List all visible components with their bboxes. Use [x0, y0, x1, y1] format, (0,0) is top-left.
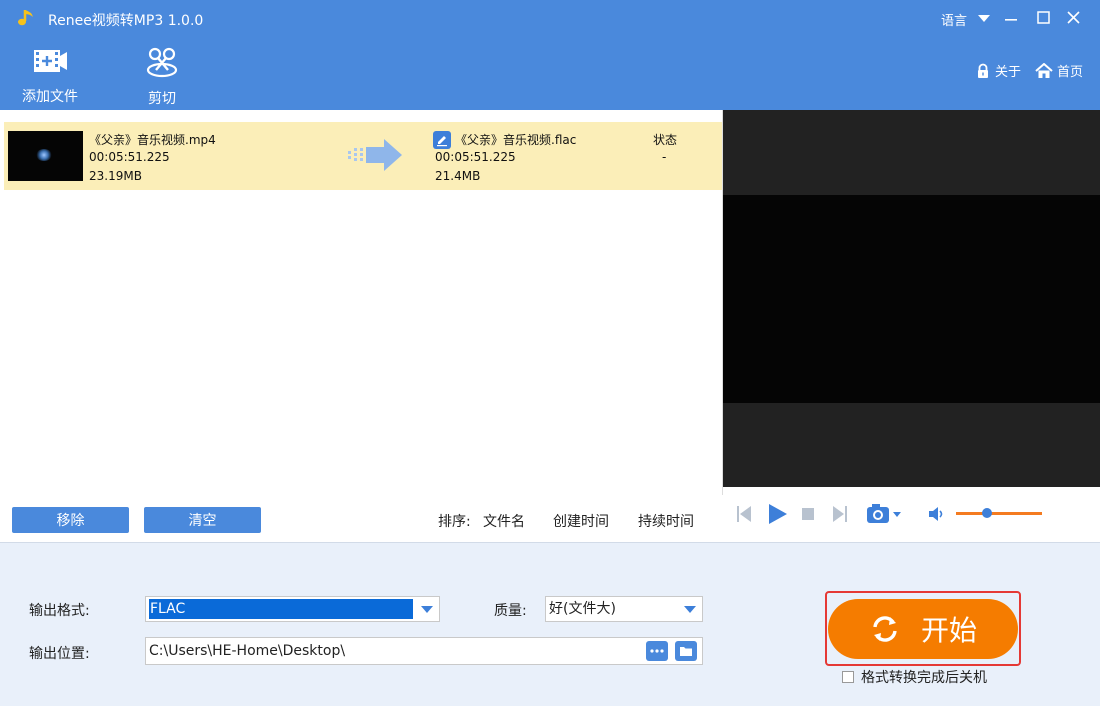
- remove-button[interactable]: 移除: [12, 507, 129, 533]
- lock-icon: [978, 63, 988, 78]
- file-list-panel: 《父亲》音乐视频.mp4 00:05:51.225 23.19MB 《父亲》音乐…: [0, 110, 723, 542]
- open-folder-button[interactable]: [675, 641, 697, 661]
- chevron-down-icon: [684, 606, 696, 613]
- app-title: Renee视频转MP3 1.0.0: [48, 13, 204, 29]
- start-button[interactable]: 开始: [828, 599, 1018, 659]
- minimize-icon[interactable]: [999, 6, 1023, 30]
- clear-button[interactable]: 清空: [144, 507, 261, 533]
- folder-icon: [680, 647, 692, 656]
- output-duration: 00:05:51.225: [435, 150, 516, 164]
- convert-arrow-icon: [348, 139, 402, 171]
- output-path-field[interactable]: C:\Users\HE-Home\Desktop\: [145, 637, 703, 665]
- list-actions: 移除 清空 排序: 文件名 创建时间 持续时间: [0, 495, 723, 542]
- language-menu[interactable]: 语言: [941, 10, 967, 29]
- prev-icon[interactable]: [736, 504, 752, 524]
- video-frame: [723, 195, 1100, 403]
- video-thumbnail: [8, 131, 83, 181]
- volume-slider[interactable]: [956, 512, 1042, 515]
- add-file-icon: [34, 50, 67, 72]
- quality-select[interactable]: 好(文件大): [545, 596, 703, 622]
- shutdown-checkbox[interactable]: [842, 671, 854, 683]
- shutdown-label: 格式转换完成后关机: [861, 670, 987, 686]
- output-size: 21.4MB: [435, 169, 481, 183]
- sort-by-name[interactable]: 文件名: [483, 511, 525, 531]
- quality-label: 质量:: [494, 603, 527, 619]
- add-file-label: 添加文件: [22, 89, 78, 105]
- chevron-down-icon: [421, 606, 433, 613]
- output-file-name: 《父亲》音乐视频.flac: [455, 133, 577, 147]
- next-icon[interactable]: [832, 504, 848, 524]
- output-path-value: C:\Users\HE-Home\Desktop\: [149, 643, 346, 659]
- output-settings: 输出格式: FLAC 质量: 好(文件大) 输出位置: C:\Users\HE-…: [0, 542, 1100, 706]
- language-dropdown-icon[interactable]: [978, 15, 990, 22]
- cut-label: 剪切: [148, 91, 176, 107]
- volume-icon[interactable]: [928, 505, 946, 523]
- stop-icon[interactable]: [801, 507, 815, 521]
- app-note-icon: [18, 10, 33, 26]
- video-preview: [723, 110, 1100, 487]
- source-size: 23.19MB: [89, 169, 142, 183]
- status-value: -: [662, 150, 667, 164]
- cut-icon: [146, 47, 178, 78]
- format-value: FLAC: [149, 599, 413, 619]
- format-select[interactable]: FLAC: [145, 596, 440, 622]
- sort-label: 排序:: [438, 514, 471, 530]
- browse-button[interactable]: [646, 641, 668, 661]
- about-label: 关于: [995, 65, 1022, 80]
- more-icon: [650, 649, 664, 653]
- player-controls: [723, 487, 1100, 542]
- sort-by-created[interactable]: 创建时间: [553, 511, 609, 531]
- play-icon[interactable]: [767, 502, 789, 526]
- source-duration: 00:05:51.225: [89, 150, 170, 164]
- close-icon[interactable]: [1061, 6, 1085, 30]
- home-icon: [1035, 62, 1053, 78]
- location-label: 输出位置:: [29, 646, 90, 662]
- about-link[interactable]: 关于: [975, 61, 1021, 80]
- start-label: 开始: [920, 615, 977, 646]
- edit-icon[interactable]: [433, 131, 451, 149]
- file-row[interactable]: 《父亲》音乐视频.mp4 00:05:51.225 23.19MB 《父亲》音乐…: [4, 122, 722, 190]
- maximize-icon[interactable]: [1031, 6, 1055, 30]
- volume-knob[interactable]: [982, 508, 992, 518]
- format-label: 输出格式:: [29, 603, 90, 619]
- quality-value: 好(文件大): [549, 601, 616, 617]
- camera-icon[interactable]: [866, 502, 904, 526]
- status-header: 状态: [653, 133, 678, 147]
- home-link[interactable]: 首页: [1035, 61, 1083, 80]
- add-file-button[interactable]: 添加文件: [20, 46, 80, 106]
- cut-button[interactable]: 剪切: [142, 46, 182, 108]
- source-file-name: 《父亲》音乐视频.mp4: [89, 133, 216, 147]
- sort-by-duration[interactable]: 持续时间: [638, 511, 694, 531]
- home-label: 首页: [1057, 65, 1084, 80]
- title-toolbar: Renee视频转MP3 1.0.0 语言 添加文件 剪切 关于 首页: [0, 0, 1100, 110]
- refresh-icon: [873, 616, 897, 642]
